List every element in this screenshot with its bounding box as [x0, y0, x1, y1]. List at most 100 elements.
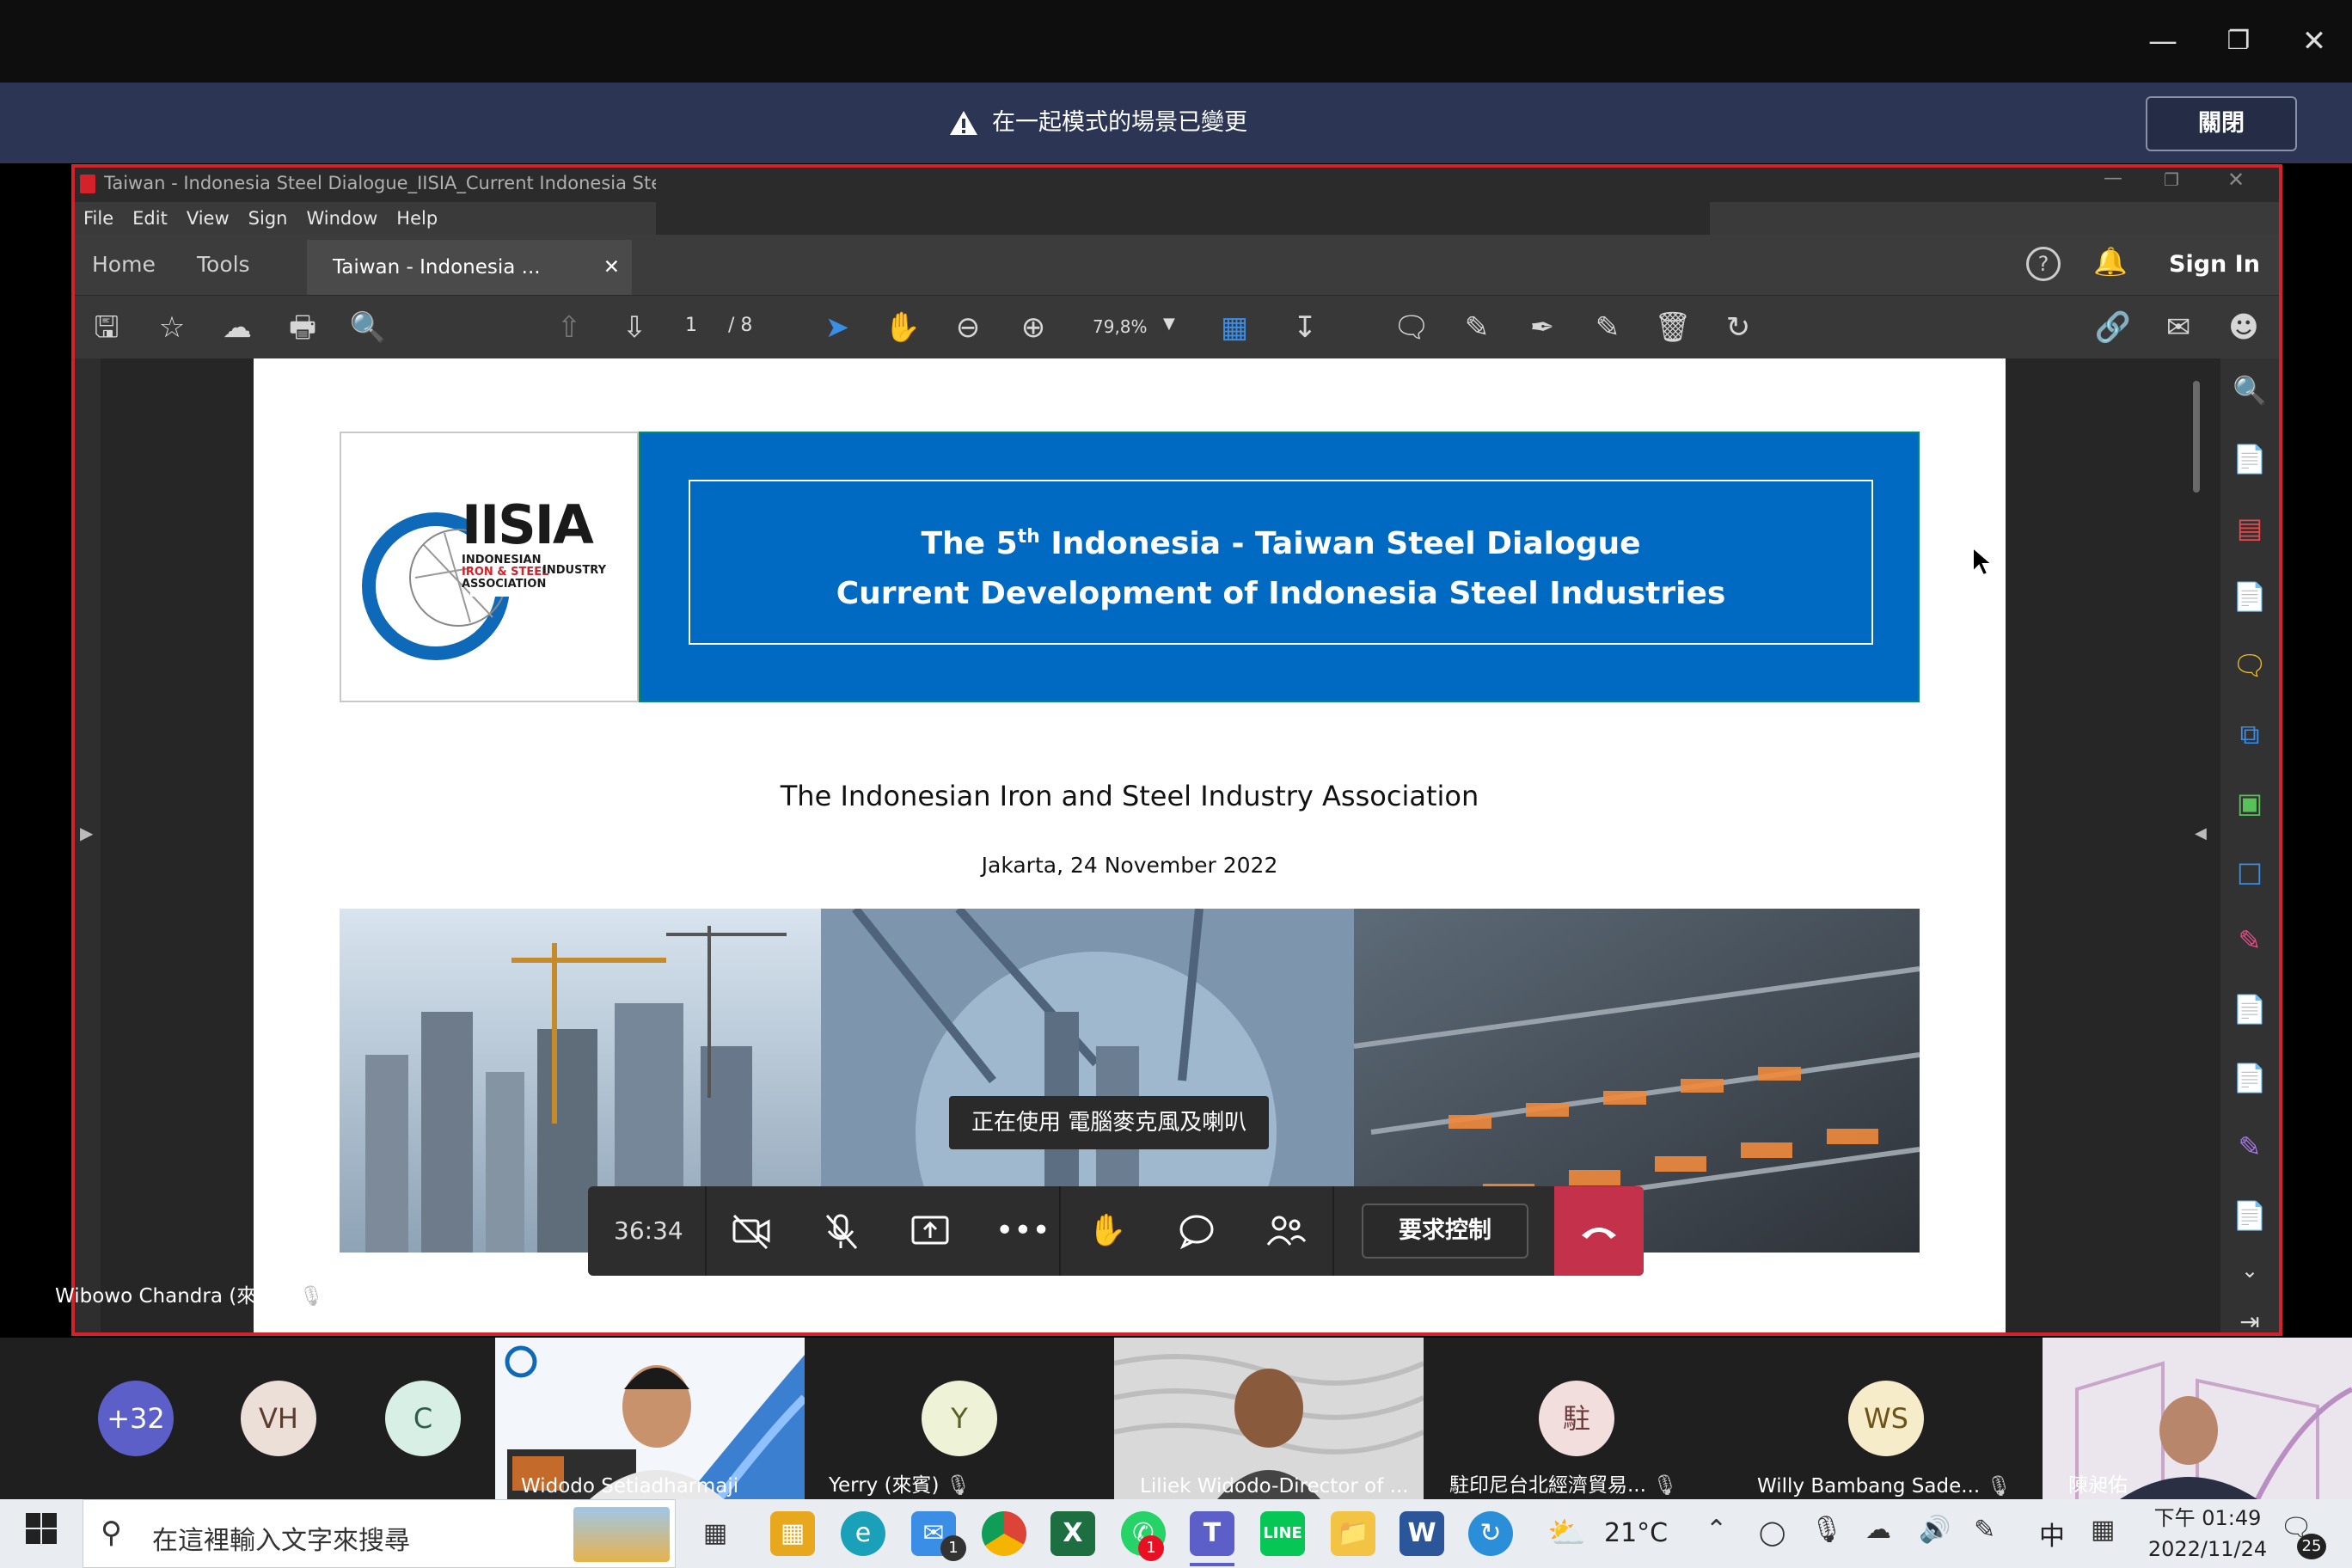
fill-sign-icon[interactable]: ✎	[2232, 922, 2268, 959]
collapse-right-panel-icon[interactable]: ◀	[2195, 824, 2207, 842]
page-down-icon[interactable]: ⇩	[615, 308, 654, 347]
tab-tools[interactable]: Tools	[197, 235, 250, 295]
clipboard-icon[interactable]: ▦	[2091, 1515, 2115, 1545]
onedrive-icon[interactable]: ☁	[1865, 1515, 1891, 1545]
zoom-tool-icon[interactable]: 🔍	[2232, 372, 2268, 408]
help-icon[interactable]: ?	[2026, 247, 2061, 281]
menu-view[interactable]: View	[187, 208, 230, 229]
menu-help[interactable]: Help	[396, 208, 438, 229]
acrobat-close-icon[interactable]: ✕	[2227, 168, 2245, 192]
windows-start-icon[interactable]	[19, 1511, 64, 1556]
minimize-icon[interactable]: —	[2139, 17, 2187, 65]
combine-files-icon[interactable]: ⧉	[2232, 716, 2268, 752]
expand-left-panel-icon[interactable]: ▶	[80, 823, 93, 843]
avatar-vh[interactable]: VH	[241, 1381, 316, 1456]
microphone-icon[interactable]: 🎙	[1810, 1515, 1843, 1545]
avatar-office[interactable]: 駐	[1539, 1381, 1614, 1456]
weather-icon[interactable]: ⛅	[1547, 1515, 1586, 1551]
organize-pages-icon[interactable]: ▤	[2232, 510, 2268, 546]
more-options-icon[interactable]: •••	[995, 1209, 1050, 1253]
email-icon[interactable]: ✉	[2159, 308, 2198, 347]
close-window-icon[interactable]: ✕	[2290, 17, 2338, 65]
sign-in-link[interactable]: Sign In	[2169, 235, 2260, 295]
collapse-rail-icon[interactable]: ⇥	[2232, 1304, 2268, 1332]
taskbar-search-box[interactable]: ⚲ 在這裡輸入文字來搜尋	[83, 1499, 676, 1568]
video-tile-liliek[interactable]: Liliek Widodo-Director of ...	[1114, 1338, 1424, 1499]
hand-tool-icon[interactable]: ✋	[883, 308, 922, 347]
chrome-icon[interactable]	[982, 1511, 1026, 1556]
edge-icon[interactable]: e	[841, 1511, 885, 1556]
avatar-ws[interactable]: WS	[1848, 1381, 1924, 1456]
cloud-upload-icon[interactable]: ☁	[217, 308, 257, 347]
more-tools-icon[interactable]: 📄	[2232, 1197, 2268, 1234]
banner-close-button[interactable]: 關閉	[2146, 96, 2297, 151]
zoom-out-icon[interactable]: ⊖	[948, 308, 988, 347]
video-tile-widodo[interactable]: Widodo Setiadharmaji	[495, 1338, 805, 1499]
stamp-icon[interactable]: ✎	[1588, 308, 1627, 347]
excel-icon[interactable]: X	[1050, 1511, 1095, 1556]
menu-sign[interactable]: Sign	[248, 208, 288, 229]
protect-icon[interactable]: 📄	[2232, 991, 2268, 1027]
ms-store-icon[interactable]: ▦	[770, 1511, 815, 1556]
acrobat-minimize-icon[interactable]: —	[2104, 168, 2122, 189]
camera-off-icon[interactable]	[729, 1209, 774, 1253]
request-control-button[interactable]: 要求控制	[1362, 1204, 1528, 1259]
bell-icon[interactable]: 🔔	[2093, 245, 2128, 278]
participants-icon[interactable]	[1264, 1209, 1308, 1253]
task-view-icon[interactable]: ▦	[693, 1511, 738, 1556]
chat-icon[interactable]	[1174, 1209, 1219, 1253]
export-pdf-icon[interactable]: 📄	[2232, 441, 2268, 477]
create-pdf-icon[interactable]: 📄	[2232, 579, 2268, 615]
menu-edit[interactable]: Edit	[132, 208, 168, 229]
prepare-form-icon[interactable]: 📄	[2232, 1060, 2268, 1096]
compress-pdf-icon[interactable]: ▣	[2232, 785, 2268, 821]
raise-hand-icon[interactable]: ✋	[1085, 1209, 1130, 1253]
restore-icon[interactable]: ❐	[2214, 17, 2263, 65]
volume-icon[interactable]: 🔊	[1919, 1515, 1951, 1545]
menu-window[interactable]: Window	[306, 208, 377, 229]
tab-close-icon[interactable]: ✕	[603, 240, 620, 295]
taskbar-clock[interactable]: 下午 01:49 2022/11/24	[2130, 1503, 2285, 1565]
zoom-in-icon[interactable]: ⊕	[1014, 308, 1053, 347]
input-method-indicator[interactable]: 中	[2039, 1515, 2065, 1553]
link-icon[interactable]: 🔗	[2093, 308, 2133, 347]
mic-muted-icon[interactable]	[818, 1209, 863, 1253]
comment-tool-icon[interactable]: 🗨	[2232, 647, 2268, 683]
zoom-dropdown-icon[interactable]: ▼	[1163, 315, 1175, 333]
scroll-mode-icon[interactable]: ↧	[1285, 308, 1325, 347]
avatar-y[interactable]: Y	[922, 1381, 997, 1456]
zoom-level-field[interactable]: 79,8%	[1093, 316, 1148, 337]
word-icon[interactable]: W	[1400, 1511, 1444, 1556]
tab-home[interactable]: Home	[92, 235, 156, 295]
page-number-field[interactable]: 1	[685, 315, 697, 336]
tab-document[interactable]: Taiwan - Indonesia ... ✕	[307, 240, 632, 295]
sign-pen-icon[interactable]: ✒	[1522, 308, 1562, 347]
hang-up-button[interactable]	[1554, 1186, 1644, 1276]
meet-now-icon[interactable]: ◯	[1759, 1518, 1785, 1547]
search-zoom-icon[interactable]: 🔍	[348, 308, 388, 347]
save-icon[interactable]: 🖫	[87, 308, 126, 347]
app-update-icon[interactable]: ↻	[1468, 1511, 1513, 1556]
acrobat-restore-icon[interactable]: ❐	[2164, 169, 2179, 190]
overflow-participants-button[interactable]: +32	[98, 1381, 174, 1456]
pen-icon[interactable]: ✎	[1974, 1515, 1995, 1545]
delete-icon[interactable]: 🗑	[1653, 308, 1693, 347]
print-icon[interactable]: 🖶	[283, 308, 322, 347]
menu-file[interactable]: File	[83, 208, 113, 229]
select-cursor-icon[interactable]: ➤	[818, 308, 857, 347]
highlight-pen-icon[interactable]: ✎	[1457, 308, 1497, 347]
share-screen-icon[interactable]	[908, 1209, 952, 1253]
scan-ocr-icon[interactable]: □	[2232, 854, 2268, 890]
video-tile-chen[interactable]: 陳昶佑	[2043, 1338, 2352, 1499]
vertical-scrollbar[interactable]	[2193, 381, 2200, 493]
request-sign-icon[interactable]: ✎	[2232, 1129, 2268, 1165]
page-up-icon[interactable]: ⇧	[549, 308, 589, 347]
weather-temperature[interactable]: 21°C	[1604, 1518, 1668, 1548]
star-icon[interactable]: ☆	[152, 308, 192, 347]
rotate-icon[interactable]: ↻	[1718, 308, 1758, 347]
marquee-zoom-icon[interactable]: ▦	[1215, 308, 1254, 347]
tray-chevron-up-icon[interactable]: ⌃	[1706, 1515, 1727, 1545]
add-user-icon[interactable]: ☻	[2224, 308, 2263, 347]
avatar-c[interactable]: C	[385, 1381, 461, 1456]
rail-chevron-down-icon[interactable]: ⌄	[2232, 1253, 2268, 1289]
